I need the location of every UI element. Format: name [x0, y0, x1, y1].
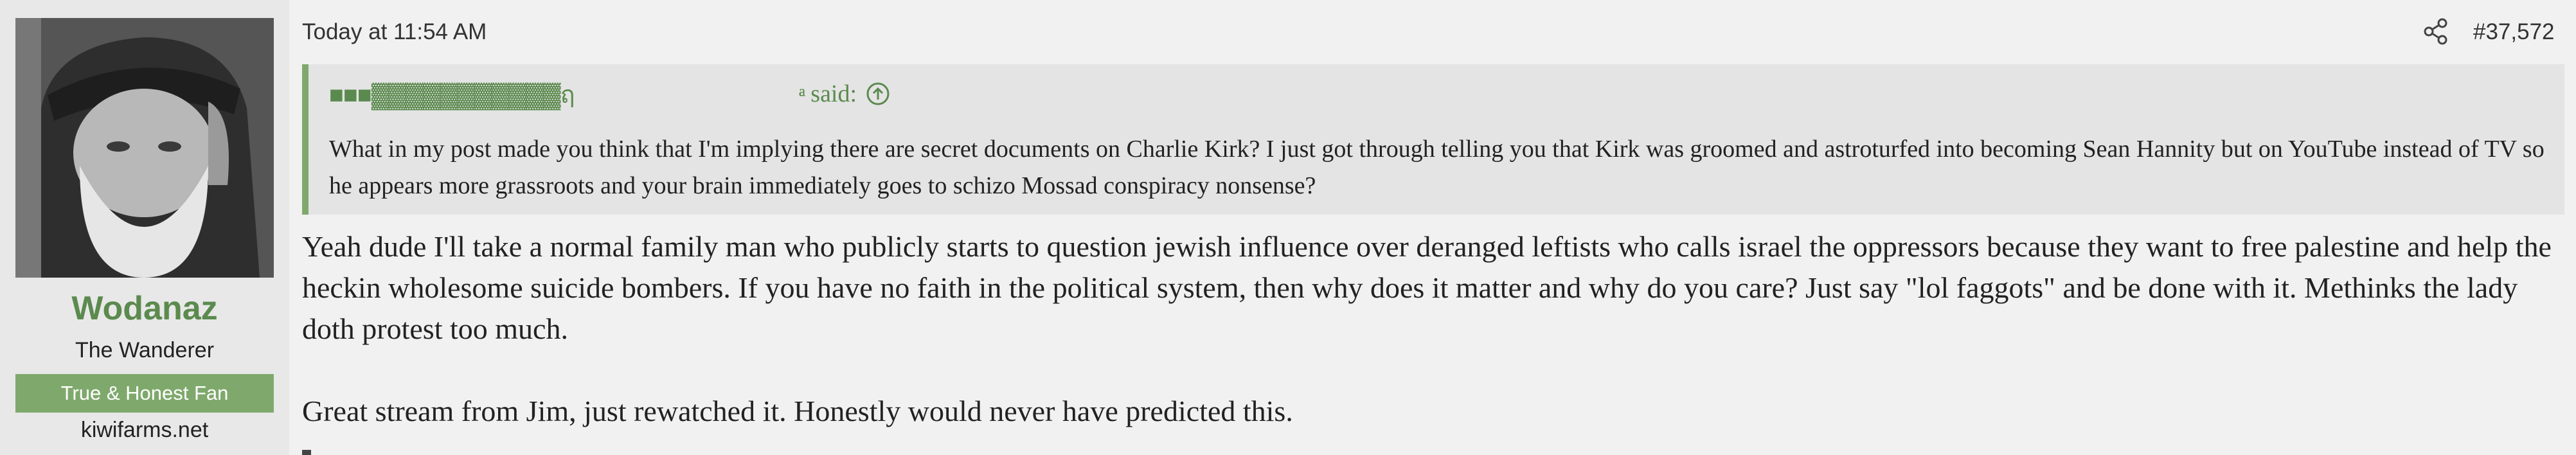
post-timestamp[interactable]: Today at 11:54 AM	[302, 19, 487, 45]
user-banner: True & Honest Fan	[15, 374, 274, 413]
avatar-image	[15, 18, 274, 278]
username[interactable]: Wodanaz	[0, 289, 289, 328]
quote-header: ■■■▓▓▓▓▓▓▓▓▓▓▓ฤค๊๊๊๊๊๊๊๊๊๊๊ͣͣͣͣͣͣͣ said:	[329, 76, 890, 112]
avatar[interactable]	[15, 18, 274, 278]
user-title: The Wanderer	[75, 338, 215, 362]
quote-author[interactable]: ■■■▓▓▓▓▓▓▓▓▓▓▓ฤค๊๊๊๊๊๊๊๊๊๊๊ͣͣͣͣͣͣͣ	[329, 75, 802, 114]
quote-block: ■■■▓▓▓▓▓▓▓▓▓▓▓ฤค๊๊๊๊๊๊๊๊๊๊๊ͣͣͣͣͣͣͣ said:…	[302, 64, 2564, 215]
arrow-up-icon[interactable]	[866, 82, 890, 106]
message-paragraph: Yeah dude I'll take a normal family man …	[302, 230, 2552, 345]
share-icon[interactable]	[2423, 18, 2449, 45]
user-panel: Wodanaz The Wanderer True & Honest Fan k…	[0, 0, 289, 455]
post-number-link[interactable]: #37,572	[2473, 19, 2555, 45]
reaction-marker	[302, 450, 311, 455]
user-site: kiwifarms.net	[80, 418, 209, 442]
quote-text: What in my post made you think that I'm …	[329, 136, 2545, 199]
message-paragraph: Great stream from Jim, just rewatched it…	[302, 395, 1293, 427]
quote-said-label: said:	[810, 80, 857, 107]
post-message: Yeah dude I'll take a normal family man …	[302, 226, 2564, 432]
